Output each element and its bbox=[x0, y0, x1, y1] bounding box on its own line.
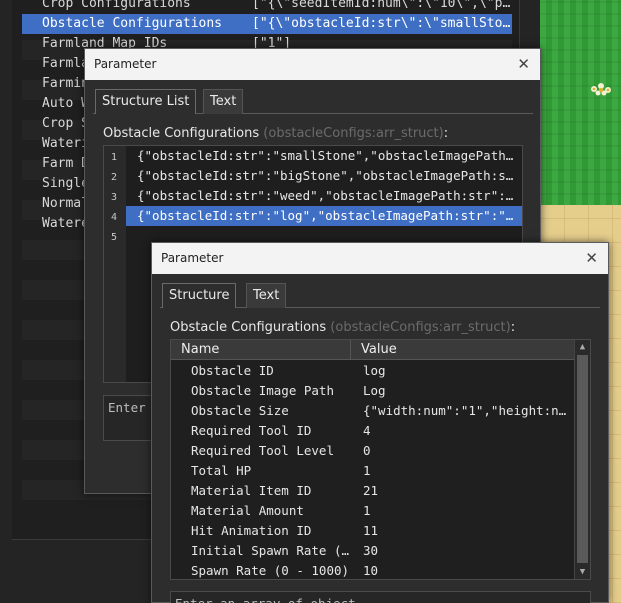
list-item-line[interactable]: {"obstacleId:str":"bigStone","obstacleIm… bbox=[137, 166, 517, 186]
tab-structure[interactable]: Structure bbox=[162, 283, 237, 308]
structure-heading: Obstacle Configurations (obstacleConfigs… bbox=[103, 126, 449, 141]
table-header: Name Value bbox=[171, 340, 574, 360]
line-number: 1 bbox=[110, 152, 118, 163]
param-row[interactable]: Crop Configurations ["{\"seedItemId:num\"… bbox=[22, 0, 512, 14]
dialog-title: Parameter bbox=[94, 57, 157, 71]
close-icon[interactable]: ✕ bbox=[585, 243, 598, 274]
description-input[interactable]: Enter an array of object bbox=[170, 591, 591, 603]
column-header-name[interactable]: Name bbox=[171, 340, 351, 360]
flower-sprite-icon bbox=[591, 83, 611, 96]
line-number: 3 bbox=[110, 192, 118, 203]
list-item-line[interactable]: {"obstacleId:str":"weed","obstacleImageP… bbox=[137, 186, 517, 206]
line-number: 5 bbox=[110, 232, 118, 243]
grass-area bbox=[540, 0, 621, 205]
list-item-line-selected[interactable]: {"obstacleId:str":"log","obstacleImagePa… bbox=[137, 206, 517, 226]
structure-table: Name Value Obstacle ID log Obstacle Image… bbox=[170, 339, 591, 580]
param-row-selected[interactable]: Obstacle Configurations ["{\"obstacleId:s… bbox=[22, 14, 512, 34]
table-scrollbar[interactable]: ▲ ▼ bbox=[574, 340, 590, 579]
dialog-titlebar: Parameter ✕ bbox=[85, 49, 540, 80]
column-header-value[interactable]: Value bbox=[351, 340, 574, 360]
structure-heading: Obstacle Configurations (obstacleConfigs… bbox=[170, 320, 516, 335]
list-item-line[interactable]: {"obstacleId:str":"smallStone","obstacle… bbox=[137, 146, 517, 166]
close-icon[interactable]: ✕ bbox=[517, 49, 530, 80]
scroll-down-icon[interactable]: ▼ bbox=[575, 565, 590, 579]
tab-structure-list[interactable]: Structure List bbox=[95, 89, 197, 114]
line-number: 2 bbox=[110, 172, 118, 183]
scrollbar-thumb[interactable] bbox=[577, 355, 588, 563]
dialog-title: Parameter bbox=[161, 251, 224, 265]
tab-text[interactable]: Text bbox=[246, 283, 287, 308]
parameter-dialog-structure: Parameter ✕ Structure Text Obstacle Conf… bbox=[151, 242, 609, 603]
tab-text[interactable]: Text bbox=[203, 89, 244, 114]
line-number: 4 bbox=[110, 212, 118, 223]
dialog-titlebar: Parameter ✕ bbox=[152, 243, 608, 274]
scroll-up-icon[interactable]: ▲ bbox=[575, 340, 590, 354]
